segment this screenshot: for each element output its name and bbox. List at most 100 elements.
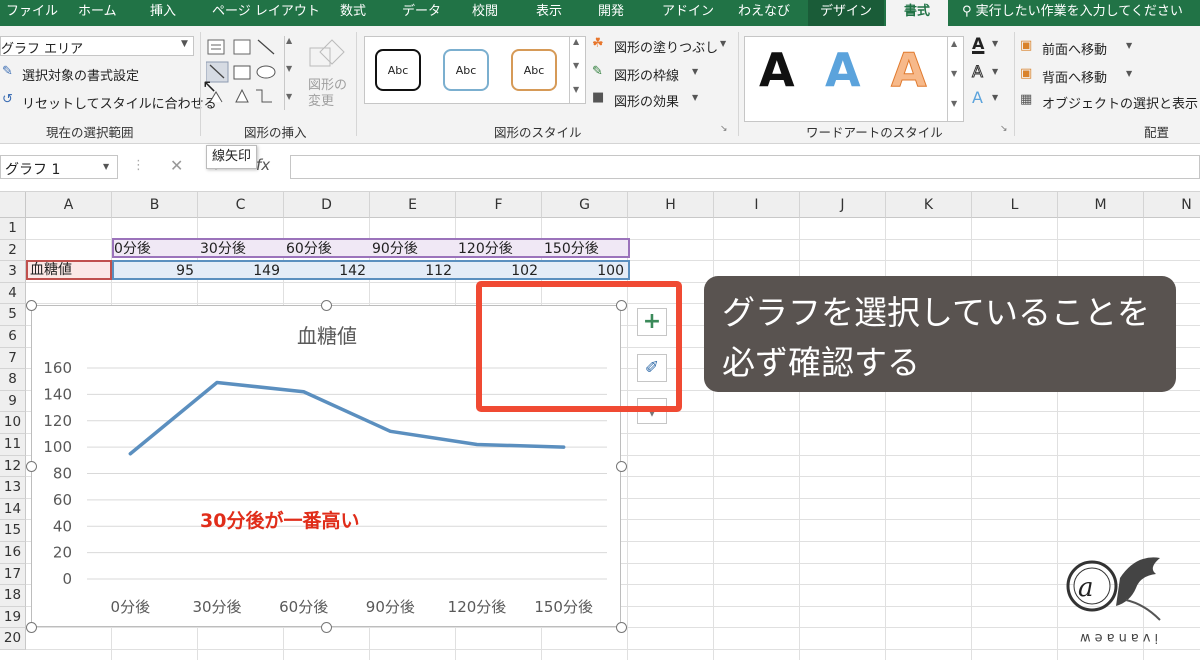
data-point[interactable] xyxy=(475,442,479,446)
cell-header[interactable]: 90分後 xyxy=(372,239,418,259)
data-point[interactable] xyxy=(388,429,392,433)
row-header-14[interactable]: 14 xyxy=(0,498,26,521)
tab-design[interactable]: デザイン xyxy=(808,0,884,26)
tab-view[interactable]: 表示 xyxy=(536,0,562,26)
row-header-20[interactable]: 20 xyxy=(0,628,26,650)
resize-handle[interactable] xyxy=(321,622,332,633)
resize-handle[interactable] xyxy=(321,300,332,311)
cell-header[interactable]: 150分後 xyxy=(544,239,599,259)
text-effects-button[interactable]: A ▼ xyxy=(970,88,1006,110)
shapes-gallery-scroll[interactable]: ▲ ▼ ▼ xyxy=(284,36,296,110)
wordart-style-1[interactable]: A xyxy=(759,43,795,97)
cell-header[interactable]: 60分後 xyxy=(286,239,332,259)
tell-me-box[interactable]: ⚲ 実行したい作業を入力してください xyxy=(962,0,1183,26)
data-point[interactable] xyxy=(302,390,306,394)
insert-function-icon[interactable]: fx xyxy=(256,156,270,174)
row-header-11[interactable]: 11 xyxy=(0,434,26,456)
resize-handle[interactable] xyxy=(26,622,37,633)
row-header-2[interactable]: 2 xyxy=(0,239,26,262)
cell-header[interactable]: 30分後 xyxy=(200,239,246,259)
column-header-d[interactable]: D xyxy=(284,192,370,218)
cell-value[interactable]: 112 xyxy=(370,261,452,281)
row-header-18[interactable]: 18 xyxy=(0,585,26,607)
row-header-15[interactable]: 15 xyxy=(0,520,26,542)
row-header-13[interactable]: 13 xyxy=(0,477,26,499)
column-header-m[interactable]: M xyxy=(1058,192,1144,218)
wordart-styles-gallery[interactable]: A A A ▲ ▼ ▼ xyxy=(744,36,964,122)
column-header-l[interactable]: L xyxy=(972,192,1058,218)
tab-insert[interactable]: 挿入 xyxy=(150,0,176,26)
change-shape-button[interactable]: 図形の 変更 xyxy=(300,38,350,116)
shape-styles-gallery[interactable]: Abc Abc Abc ▲ ▼ ▼ xyxy=(364,36,586,104)
tab-data[interactable]: データ xyxy=(402,0,441,26)
tab-review[interactable]: 校閲 xyxy=(472,0,498,26)
column-header-j[interactable]: J xyxy=(800,192,886,218)
cell-value[interactable]: 100 xyxy=(542,261,624,281)
column-header-g[interactable]: G xyxy=(542,192,628,218)
shape-style-1[interactable]: Abc xyxy=(375,49,421,91)
text-outline-button[interactable]: A ▼ xyxy=(970,62,1006,84)
column-header-i[interactable]: I xyxy=(714,192,800,218)
tab-page-layout[interactable]: ページ レイアウト xyxy=(212,0,320,26)
shape-fill-button[interactable]: ☘ 図形の塗りつぶし ▼ xyxy=(592,36,732,56)
tab-formulas[interactable]: 数式 xyxy=(340,0,366,26)
data-point[interactable] xyxy=(128,452,132,456)
row-header-12[interactable]: 12 xyxy=(0,455,26,478)
column-header-k[interactable]: K xyxy=(886,192,972,218)
dialog-launcher-icon[interactable]: ↘ xyxy=(720,124,728,134)
shape-outline-button[interactable]: ✎ 図形の枠線 ▼ xyxy=(592,64,732,84)
row-header-17[interactable]: 17 xyxy=(0,563,26,586)
cancel-icon[interactable]: ✕ xyxy=(170,156,183,175)
cell-header[interactable]: 0分後 xyxy=(114,239,151,259)
resize-handle[interactable] xyxy=(26,461,37,472)
cell-a3[interactable]: 血糖値 xyxy=(30,260,72,280)
shape-effects-button[interactable]: ■ 図形の効果 ▼ xyxy=(592,90,732,110)
tab-waenavi[interactable]: わえなび xyxy=(738,0,790,26)
tab-addins[interactable]: アドイン xyxy=(662,0,714,26)
formula-input[interactable] xyxy=(290,155,1200,179)
dialog-launcher-icon[interactable]: ↘ xyxy=(1000,124,1008,134)
shape-style-3[interactable]: Abc xyxy=(511,49,557,91)
row-header-16[interactable]: 16 xyxy=(0,542,26,564)
send-backward-button[interactable]: ▣ 背面へ移動 ▼ xyxy=(1020,66,1180,86)
row-header-1[interactable]: 1 xyxy=(0,218,26,240)
tab-file[interactable]: ファイル xyxy=(6,0,58,26)
selection-pane-button[interactable]: ▦ オブジェクトの選択と表示 xyxy=(1020,92,1198,112)
chart-elements-dropdown[interactable]: グラフ エリア ▼ xyxy=(0,36,194,57)
resize-handle[interactable] xyxy=(616,622,627,633)
data-point[interactable] xyxy=(215,381,219,385)
column-header-c[interactable]: C xyxy=(198,192,284,218)
tab-developer[interactable]: 開発 xyxy=(598,0,624,26)
select-all-corner[interactable] xyxy=(0,192,26,218)
shape-style-2[interactable]: Abc xyxy=(443,49,489,91)
bring-forward-button[interactable]: ▣ 前面へ移動 ▼ xyxy=(1020,38,1180,58)
column-header-a[interactable]: A xyxy=(26,192,112,218)
row-header-7[interactable]: 7 xyxy=(0,347,26,370)
wordart-style-2[interactable]: A xyxy=(825,43,861,97)
name-box[interactable]: グラフ 1 ▼ xyxy=(0,155,118,179)
row-header-10[interactable]: 10 xyxy=(0,412,26,434)
row-header-19[interactable]: 19 xyxy=(0,606,26,629)
column-header-b[interactable]: B xyxy=(112,192,198,218)
row-header-6[interactable]: 6 xyxy=(0,326,26,348)
row-header-4[interactable]: 4 xyxy=(0,282,26,305)
column-header-n[interactable]: N xyxy=(1144,192,1200,218)
cell-value[interactable]: 95 xyxy=(112,261,194,281)
tab-format[interactable]: 書式 xyxy=(886,0,948,26)
row-header-9[interactable]: 9 xyxy=(0,390,26,413)
text-fill-button[interactable]: A ▼ xyxy=(970,34,1006,56)
row-header-8[interactable]: 8 xyxy=(0,369,26,391)
column-header-f[interactable]: F xyxy=(456,192,542,218)
column-header-e[interactable]: E xyxy=(370,192,456,218)
row-header-3[interactable]: 3 xyxy=(0,261,26,283)
column-header-h[interactable]: H xyxy=(628,192,714,218)
resize-handle[interactable] xyxy=(26,300,37,311)
cell-value[interactable]: 102 xyxy=(456,261,538,281)
shapes-gallery[interactable]: ↖ xyxy=(202,36,296,110)
wordart-scroll[interactable]: ▲ ▼ ▼ xyxy=(947,37,963,121)
cell-value[interactable]: 142 xyxy=(284,261,366,281)
cell-header[interactable]: 120分後 xyxy=(458,239,513,259)
row-header-5[interactable]: 5 xyxy=(0,304,26,326)
resize-handle[interactable] xyxy=(616,461,627,472)
data-point[interactable] xyxy=(562,445,566,449)
